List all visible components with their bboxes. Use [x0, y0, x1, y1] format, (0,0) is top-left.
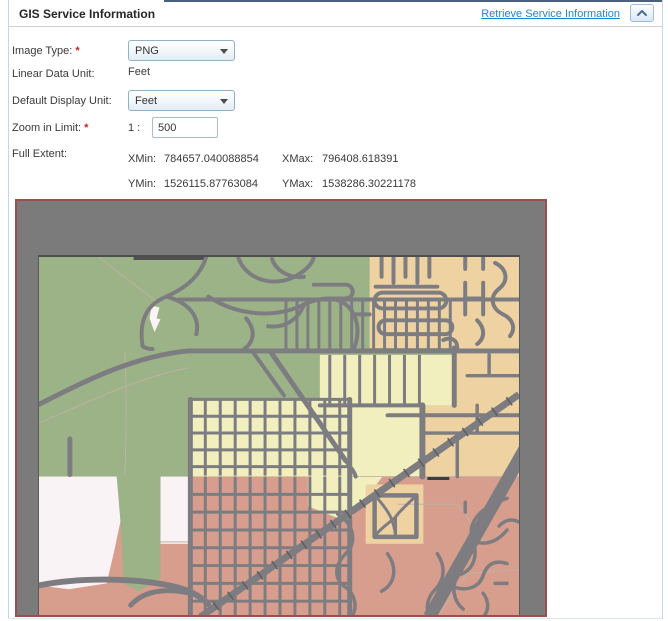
ymin-value: 1526115.87763084 — [164, 178, 282, 190]
retrieve-service-information-link[interactable]: Retrieve Service Information — [481, 8, 620, 20]
full-extent-label: Full Extent: — [12, 148, 67, 160]
default-display-unit-label: Default Display Unit: — [12, 95, 112, 107]
linear-data-unit-label: Linear Data Unit: — [12, 68, 95, 80]
zoom-in-limit-label-row: Zoom in Limit:* — [12, 122, 88, 134]
linear-data-unit-value: Feet — [128, 66, 150, 78]
ymin-label: YMin: — [128, 178, 164, 190]
header-separator — [9, 26, 662, 27]
image-type-label: Image Type: — [12, 45, 72, 57]
extent-y-line: YMin:1526115.87763084YMax:1538286.302211… — [128, 178, 416, 190]
extent-x-line: XMin:784657.040088854XMax:796408.618391 — [128, 153, 398, 165]
chevron-up-icon — [636, 9, 648, 17]
map-preview — [38, 255, 520, 617]
page-title: GIS Service Information — [19, 7, 155, 21]
panel-left-border — [8, 0, 9, 618]
panel-right-border — [662, 0, 663, 618]
zoom-limit-input[interactable] — [152, 117, 218, 138]
image-type-selected-value: PNG — [135, 45, 159, 57]
dropdown-caret-icon — [220, 99, 228, 104]
required-asterisk: * — [75, 45, 79, 57]
gis-service-panel: GIS Service Information Retrieve Service… — [0, 0, 668, 621]
xmax-label: XMax: — [282, 153, 322, 165]
ymax-value: 1538286.30221178 — [322, 178, 416, 190]
required-asterisk: * — [84, 122, 88, 134]
zoom-ratio-prefix: 1 : — [128, 122, 140, 134]
zoom-in-limit-label: Zoom in Limit: — [12, 122, 81, 134]
image-type-select[interactable]: PNG — [128, 40, 235, 61]
dropdown-caret-icon — [220, 49, 228, 54]
panel-bottom-border — [8, 618, 663, 619]
ymax-label: YMax: — [282, 178, 322, 190]
map-frame — [15, 199, 547, 617]
default-display-unit-selected-value: Feet — [135, 95, 157, 107]
xmin-value: 784657.040088854 — [164, 153, 282, 165]
xmin-label: XMin: — [128, 153, 164, 165]
panel-header: GIS Service Information Retrieve Service… — [9, 2, 662, 26]
image-type-label-row: Image Type:* — [12, 45, 80, 57]
default-display-unit-select[interactable]: Feet — [128, 90, 235, 111]
map-image — [39, 257, 519, 617]
collapse-button[interactable] — [630, 4, 654, 22]
xmax-value: 796408.618391 — [322, 153, 398, 165]
